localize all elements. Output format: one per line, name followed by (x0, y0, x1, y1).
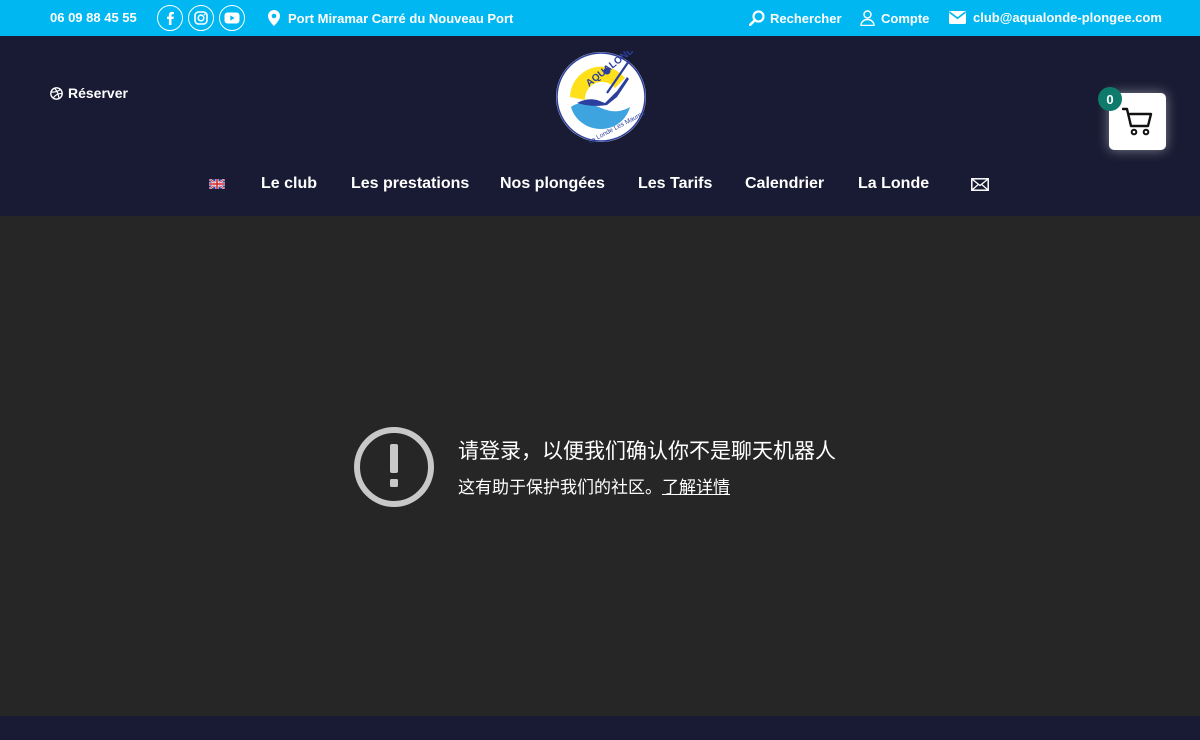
account-link[interactable]: Compte (860, 10, 929, 26)
youtube-icon[interactable] (219, 5, 245, 31)
login-prompt-subtitle: 这有助于保护我们的社区。了解详情 (458, 473, 730, 498)
reserve-link[interactable]: Réserver (50, 85, 128, 101)
email-text: club@aqualonde-plongee.com (973, 10, 1162, 25)
search-label: Rechercher (770, 10, 842, 26)
nav-item-plongees[interactable]: Nos plongées (500, 175, 605, 193)
main-nav: Le club Les prestations Nos plongées Les… (0, 173, 1200, 195)
site-header: Réserver AQUALONDE La Londe Les Maures 0… (0, 36, 1200, 216)
main-content: 请登录，以便我们确认你不是聊天机器人 这有助于保护我们的社区。了解详情 (0, 216, 1200, 716)
envelope-icon (949, 11, 966, 24)
phone-link[interactable]: 06 09 88 45 55 (50, 10, 137, 25)
email-link[interactable]: club@aqualonde-plongee.com (949, 10, 1162, 25)
cart-count-badge: 0 (1098, 87, 1122, 111)
top-bar: 06 09 88 45 55 Port Miramar Carré du Nou… (0, 0, 1200, 36)
dribbble-icon (50, 86, 63, 100)
nav-item-prestations[interactable]: Les prestations (351, 175, 469, 193)
address[interactable]: Port Miramar Carré du Nouveau Port (268, 10, 513, 26)
search-icon (749, 10, 765, 26)
nav-mail-icon[interactable] (971, 178, 989, 191)
uk-flag-icon[interactable] (209, 179, 225, 189)
address-text: Port Miramar Carré du Nouveau Port (288, 10, 514, 26)
learn-more-link[interactable]: 了解详情 (662, 478, 730, 498)
facebook-icon[interactable] (157, 5, 183, 31)
aqualonde-logo[interactable]: AQUALONDE La Londe Les Maures (555, 51, 647, 143)
cart-icon (1121, 107, 1152, 135)
social-links (157, 5, 245, 31)
login-prompt-title: 请登录，以便我们确认你不是聊天机器人 (458, 439, 836, 463)
subtitle-text: 这有助于保护我们的社区。 (458, 478, 662, 498)
nav-item-tarifs[interactable]: Les Tarifs (638, 175, 712, 193)
account-label: Compte (881, 10, 930, 26)
nav-item-le-club[interactable]: Le club (261, 175, 317, 193)
search-link[interactable]: Rechercher (749, 10, 842, 26)
location-pin-icon (268, 10, 280, 26)
reserve-label: Réserver (68, 85, 128, 101)
nav-item-calendrier[interactable]: Calendrier (745, 175, 824, 193)
instagram-icon[interactable] (188, 5, 214, 31)
exclamation-circle-icon (354, 427, 434, 507)
nav-item-la-londe[interactable]: La Londe (858, 175, 929, 193)
user-icon (860, 10, 875, 26)
site-footer (0, 716, 1200, 740)
